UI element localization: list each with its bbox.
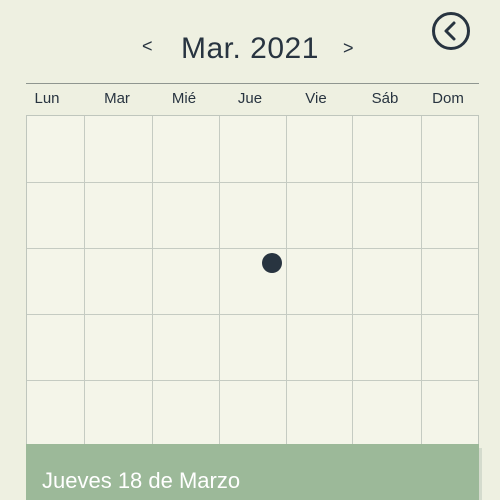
weekday-label: Vie [305, 90, 327, 107]
event-dot-icon[interactable] [262, 253, 282, 273]
next-month-button[interactable]: > [343, 38, 354, 59]
grid-line [152, 116, 153, 445]
footer-shadow [479, 448, 482, 500]
month-title: Mar. 2021 [181, 32, 319, 65]
weekday-label: Jue [237, 90, 263, 107]
grid-line [27, 380, 478, 381]
grid-line [27, 248, 478, 249]
grid-line [27, 182, 478, 183]
prev-month-button[interactable]: < [142, 36, 153, 57]
calendar-grid[interactable] [26, 115, 479, 445]
header-divider [26, 83, 479, 84]
weekday-label: Lun [34, 90, 60, 107]
grid-line [352, 116, 353, 445]
grid-line [84, 116, 85, 445]
grid-line [286, 116, 287, 445]
weekday-label: Mar [104, 90, 130, 107]
weekday-label: Sáb [371, 90, 399, 107]
weekday-label: Mié [171, 90, 197, 107]
grid-line [219, 116, 220, 445]
selected-date-label: Jueves 18 de Marzo [42, 468, 241, 493]
selected-date-panel: Jueves 18 de Marzo [26, 444, 479, 500]
grid-line [421, 116, 422, 445]
month-header: < Mar. 2021 > [0, 30, 500, 70]
weekday-label: Dom [432, 90, 464, 107]
weekday-row: Lun Mar Mié Jue Vie Sáb Dom [26, 90, 479, 108]
grid-line [27, 314, 478, 315]
